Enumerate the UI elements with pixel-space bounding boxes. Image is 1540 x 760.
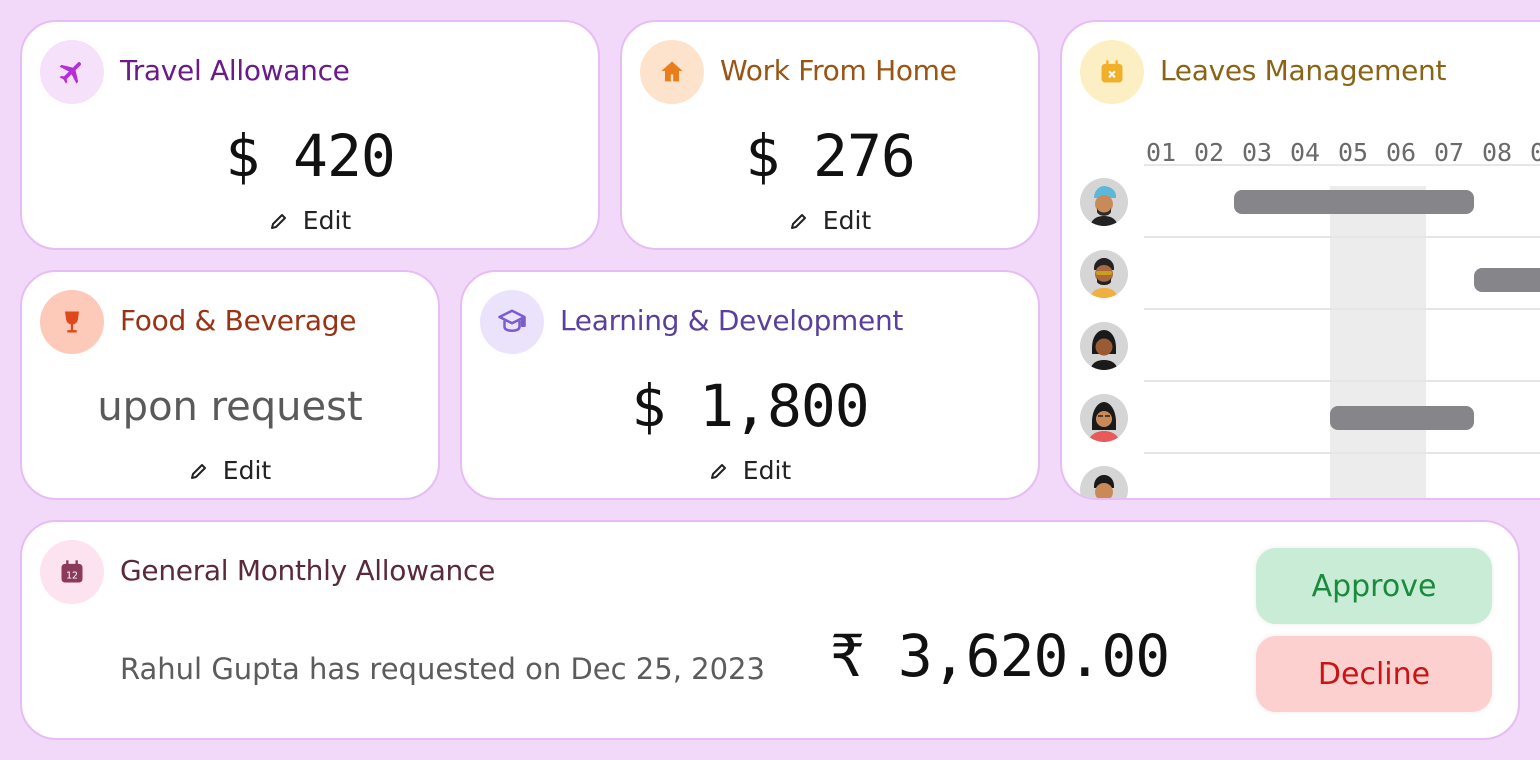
amount-value: upon request xyxy=(97,384,363,430)
leave-bar[interactable] xyxy=(1330,406,1474,430)
wine-glass-icon xyxy=(40,290,104,354)
card-title: Food & Beverage xyxy=(120,304,357,337)
svg-text:12: 12 xyxy=(66,570,78,581)
employee-avatar[interactable] xyxy=(1080,322,1128,370)
row-divider xyxy=(1144,164,1540,166)
card-title: Learning & Development xyxy=(560,304,904,337)
edit-label: Edit xyxy=(742,456,792,485)
edit-button[interactable]: Edit xyxy=(622,206,1038,235)
day-label: 01 xyxy=(1146,138,1177,167)
day-label: 04 xyxy=(1290,138,1321,167)
day-label: 09 xyxy=(1530,138,1540,167)
row-divider xyxy=(1144,380,1540,382)
general-monthly-allowance-card: 12 General Monthly Allowance Rahul Gupta… xyxy=(20,520,1520,740)
calendar-12-icon: 12 xyxy=(40,540,104,604)
amount-value: $ 1,800 xyxy=(631,372,869,440)
edit-button[interactable]: Edit xyxy=(22,206,598,235)
day-label: 03 xyxy=(1242,138,1273,167)
home-icon xyxy=(640,40,704,104)
leaves-management-card: Leaves Management 01 02 03 04 05 06 07 0… xyxy=(1060,20,1540,500)
request-info: Rahul Gupta has requested on Dec 25, 202… xyxy=(120,652,765,686)
day-label: 02 xyxy=(1194,138,1225,167)
row-divider xyxy=(1144,236,1540,238)
employee-avatar[interactable] xyxy=(1080,466,1128,498)
row-divider xyxy=(1144,308,1540,310)
travel-allowance-card: Travel Allowance $ 420 Edit xyxy=(20,20,600,250)
edit-button[interactable]: Edit xyxy=(22,456,438,485)
approve-button[interactable]: Approve xyxy=(1256,548,1492,624)
card-title: Leaves Management xyxy=(1160,54,1447,87)
leave-bar[interactable] xyxy=(1234,190,1474,214)
pencil-icon xyxy=(710,463,726,479)
amount-value: $ 276 xyxy=(745,122,916,190)
calendar-x-icon xyxy=(1080,40,1144,104)
employee-avatar[interactable] xyxy=(1080,178,1128,226)
airplane-icon xyxy=(40,40,104,104)
pencil-icon xyxy=(790,213,806,229)
pencil-icon xyxy=(190,463,206,479)
employee-avatar[interactable] xyxy=(1080,394,1128,442)
work-from-home-card: Work From Home $ 276 Edit xyxy=(620,20,1040,250)
day-label: 06 xyxy=(1386,138,1417,167)
day-header: 01 02 03 04 05 06 07 08 09 xyxy=(1146,138,1540,167)
leave-bar[interactable] xyxy=(1474,268,1540,292)
edit-button[interactable]: Edit xyxy=(462,456,1038,485)
pencil-icon xyxy=(270,213,286,229)
decline-button[interactable]: Decline xyxy=(1256,636,1492,712)
amount-value: $ 420 xyxy=(225,122,396,190)
card-title: Travel Allowance xyxy=(120,54,350,87)
day-label: 08 xyxy=(1482,138,1513,167)
food-beverage-card: Food & Beverage upon request Edit xyxy=(20,270,440,500)
graduation-cap-icon xyxy=(480,290,544,354)
day-label: 07 xyxy=(1434,138,1465,167)
learning-development-card: Learning & Development $ 1,800 Edit xyxy=(460,270,1040,500)
edit-label: Edit xyxy=(822,206,872,235)
request-amount: ₹ 3,620.00 xyxy=(830,622,1170,690)
day-label: 05 xyxy=(1338,138,1369,167)
row-divider xyxy=(1144,452,1540,454)
employee-avatar[interactable] xyxy=(1080,250,1128,298)
edit-label: Edit xyxy=(222,456,272,485)
edit-label: Edit xyxy=(302,206,352,235)
card-title: General Monthly Allowance xyxy=(120,554,496,587)
card-title: Work From Home xyxy=(720,54,957,87)
